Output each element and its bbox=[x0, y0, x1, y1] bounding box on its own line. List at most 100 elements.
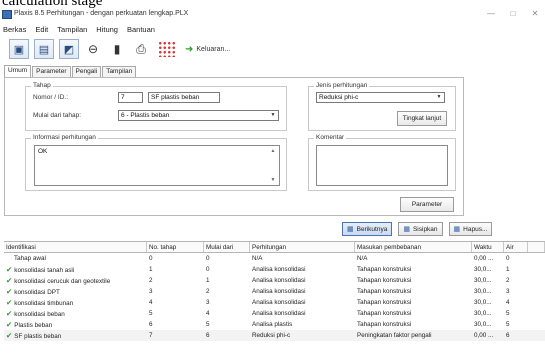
phase-identification: Plastis beban bbox=[14, 322, 53, 329]
phase-identification: konsolidasi timbunan bbox=[14, 300, 74, 307]
table-row[interactable]: ✔ SF plastis beban 7 6 Reduksi phi-c Peningka… bbox=[4, 330, 545, 341]
table-cell-extra bbox=[528, 253, 545, 264]
table-cell-water: 5 bbox=[506, 310, 510, 317]
check-icon: ✔ bbox=[6, 320, 13, 329]
table-cell-no: 6 bbox=[149, 321, 153, 328]
check-icon: ✔ bbox=[6, 331, 13, 340]
print-icon[interactable]: ⎙ bbox=[132, 39, 150, 59]
tab-tampilan[interactable]: Tampilan bbox=[102, 66, 137, 77]
column-water[interactable]: Air bbox=[504, 242, 528, 252]
phase-group-label: Tahap bbox=[31, 82, 53, 89]
table-cell-time: 30,0... bbox=[474, 288, 492, 295]
check-icon: ✔ bbox=[6, 298, 13, 307]
comment-textarea[interactable] bbox=[316, 145, 448, 186]
column-start-from[interactable]: Mulai dari bbox=[204, 242, 250, 252]
output-arrow-icon: ➜ bbox=[185, 43, 194, 55]
table-cell-from: 0 bbox=[206, 255, 210, 262]
table-cell-calc: Analisa konsolidasi bbox=[252, 266, 306, 273]
column-extra[interactable] bbox=[528, 242, 545, 252]
table-cell-id: ✔ konsolidasi beban bbox=[4, 308, 147, 319]
save-icon[interactable]: ▮ bbox=[108, 39, 126, 59]
output-label: Keluaran... bbox=[196, 45, 231, 53]
table-cell-extra bbox=[528, 319, 545, 330]
table-cell-no: 0 bbox=[149, 255, 153, 262]
table-cell-no: 2 bbox=[149, 277, 153, 284]
column-loading-input[interactable]: Masukan pembebanan bbox=[355, 242, 472, 252]
link-icon[interactable]: ⊖ bbox=[84, 39, 102, 59]
table-header: Identifikasi No. tahap Mulai dari Perhit… bbox=[4, 242, 545, 253]
output-button[interactable]: ➜ Keluaran... bbox=[185, 44, 230, 55]
column-identification[interactable]: Identifikasi bbox=[4, 242, 147, 252]
table-cell-from: 5 bbox=[206, 321, 210, 328]
tab-umum[interactable]: Umum bbox=[4, 65, 32, 77]
select-points-icon[interactable] bbox=[158, 41, 176, 57]
table-cell-water: 4 bbox=[506, 299, 510, 306]
comment-group: Komentar bbox=[308, 134, 456, 191]
table-cell-from: 0 bbox=[206, 266, 210, 273]
tab-parameter[interactable]: Parameter bbox=[32, 66, 71, 77]
maximize-button[interactable]: □ bbox=[506, 9, 520, 18]
calc-type-value: Reduksi phi-c bbox=[319, 94, 359, 101]
column-calculation[interactable]: Perhitungan bbox=[250, 242, 355, 252]
table-cell-id: ✔ SF plastis beban bbox=[4, 330, 147, 341]
table-cell-load: N/A bbox=[357, 255, 368, 262]
menu-tampilan[interactable]: Tampilan bbox=[54, 25, 93, 34]
table-row[interactable]: ✔ konsolidasi beban 5 4 Analisa konsolidasi T… bbox=[4, 308, 545, 319]
curves-program-icon[interactable]: ◩ bbox=[59, 39, 79, 59]
table-cell-water: 2 bbox=[506, 277, 510, 284]
column-time[interactable]: Waktu bbox=[472, 242, 504, 252]
table-row[interactable]: Tahap awal 0 0 N/A N/A 0,00 ... 0 bbox=[4, 253, 545, 264]
check-icon: ✔ bbox=[6, 287, 13, 296]
menu-edit[interactable]: Edit bbox=[32, 25, 54, 34]
output-program-icon[interactable]: ▤ bbox=[34, 39, 54, 59]
table-cell-id: ✔ konsolidasi tanah asli bbox=[4, 264, 147, 275]
table-cell-extra bbox=[528, 264, 545, 275]
input-program-icon[interactable]: ▣ bbox=[9, 39, 29, 59]
calc-info-textarea[interactable]: OK ▲ ▼ bbox=[34, 145, 280, 186]
parameters-button[interactable]: Parameter bbox=[400, 197, 454, 212]
column-phase-no[interactable]: No. tahap bbox=[147, 242, 204, 252]
delete-phase-icon: ▦ bbox=[453, 226, 461, 233]
close-button[interactable]: ✕ bbox=[528, 9, 542, 18]
advanced-button[interactable]: Tingkat lanjut bbox=[397, 111, 447, 126]
menu-hitung[interactable]: Hitung bbox=[93, 25, 124, 34]
table-cell-calc: Reduksi phi-c bbox=[250, 330, 355, 341]
delete-phase-label: Hapus... bbox=[463, 225, 488, 233]
window-title: Plaxis 8.5 Perhitungan - dengan perkuata… bbox=[14, 10, 189, 17]
delete-phase-button[interactable]: ▦ Hapus... bbox=[448, 222, 493, 236]
table-cell-water: 6 bbox=[504, 330, 528, 341]
calc-info-text: OK bbox=[38, 148, 48, 155]
table-cell-calc: Analisa konsolidasi bbox=[252, 288, 306, 295]
insert-phase-button[interactable]: ▦ Sisipkan bbox=[398, 222, 443, 236]
table-cell-time: 30,0... bbox=[474, 321, 492, 328]
table-cell-no: 4 bbox=[149, 299, 153, 306]
calc-type-dropdown[interactable]: Reduksi phi-c ▼ bbox=[316, 92, 445, 103]
menu-berkas[interactable]: Berkas bbox=[0, 25, 32, 34]
table-cell-load: Peningkatan faktor pengali bbox=[355, 330, 472, 341]
table-cell-from: 6 bbox=[204, 330, 250, 341]
table-cell-id: ✔ Plastis beban bbox=[4, 319, 147, 330]
table-row[interactable]: ✔ konsolidasi timbunan 4 3 Analisa konsolida… bbox=[4, 297, 545, 308]
start-from-dropdown[interactable]: 6 - Plastis beban ▼ bbox=[118, 110, 279, 121]
table-row[interactable]: ✔ Plastis beban 6 5 Analisa plastis Tahapan k… bbox=[4, 319, 545, 330]
phase-id-field[interactable]: SF plastis beban bbox=[148, 92, 220, 103]
minimize-button[interactable]: — bbox=[484, 9, 498, 18]
next-phase-button[interactable]: ▦ Berikutnya bbox=[342, 222, 393, 236]
table-cell-time: 30,0... bbox=[474, 266, 492, 273]
insert-phase-icon: ▦ bbox=[403, 226, 410, 233]
plaxis-app-icon bbox=[2, 10, 12, 19]
tab-pengali[interactable]: Pengali bbox=[71, 66, 102, 77]
menu-bantuan[interactable]: Bantuan bbox=[124, 25, 161, 34]
menu-bar: Berkas Edit Tampilan Hitung Bantuan bbox=[0, 23, 545, 35]
table-row[interactable]: ✔ konsolidasi cerucuk dan geotextile 2 1 Ana… bbox=[4, 275, 545, 286]
scroll-down-icon[interactable]: ▼ bbox=[269, 177, 277, 183]
table-cell-no: 1 bbox=[149, 266, 153, 273]
table-row[interactable]: ✔ konsolidasi DPT 3 2 Analisa konsolidasi Tah… bbox=[4, 286, 545, 297]
phase-actions: ▦ Berikutnya ▦ Sisipkan ▦ Hapus... bbox=[342, 222, 498, 236]
calc-type-group-label: Jenis perhitungan bbox=[314, 82, 370, 89]
scroll-up-icon[interactable]: ▲ bbox=[269, 148, 277, 154]
table-row[interactable]: ✔ konsolidasi tanah asli 1 0 Analisa konsoli… bbox=[4, 264, 545, 275]
table-cell-load: Tahapan konstruksi bbox=[357, 277, 412, 284]
table-body: Tahap awal 0 0 N/A N/A 0,00 ... 0 ✔ konsolidasi … bbox=[4, 253, 545, 341]
phase-number-field[interactable]: 7 bbox=[118, 92, 143, 103]
